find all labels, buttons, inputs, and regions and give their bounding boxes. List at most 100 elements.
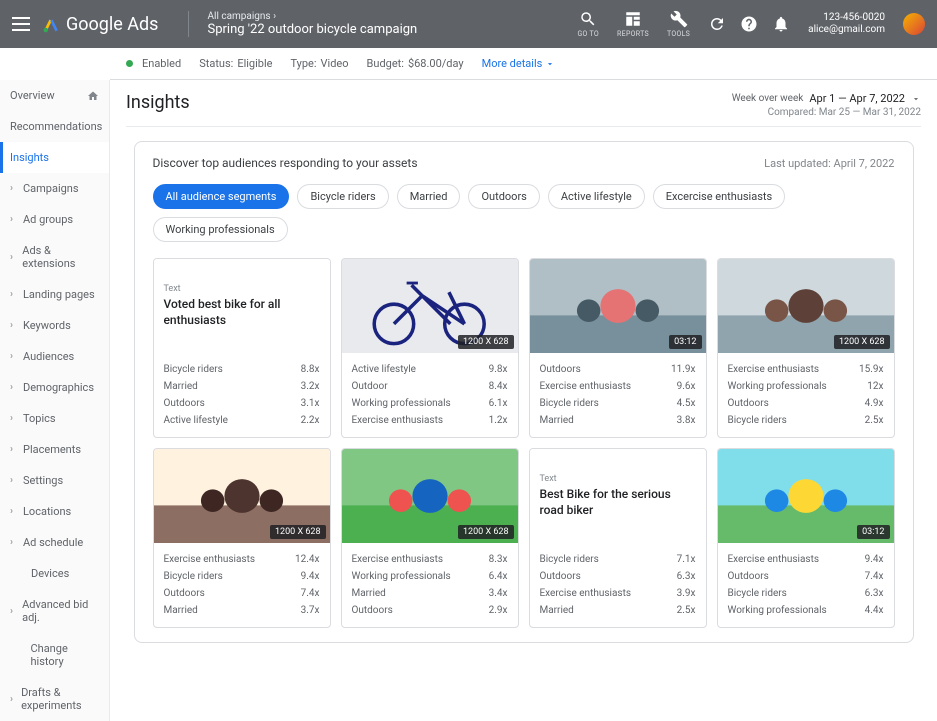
metric-row: Married3.2x — [164, 378, 320, 395]
asset-metrics: Exercise enthusiasts15.9xWorking profess… — [718, 353, 894, 437]
chevron-down-icon — [545, 59, 555, 69]
sidebar-item-demographics[interactable]: ›Demographics — [0, 372, 109, 403]
chip-active-lifestyle[interactable]: Active lifestyle — [548, 184, 645, 209]
metric-name: Bicycle riders — [540, 554, 599, 565]
sidebar-item-ad-groups[interactable]: ›Ad groups — [0, 204, 109, 235]
metric-row: Bicycle riders2.5x — [728, 412, 884, 429]
sidebar-item-recommendations[interactable]: Recommendations — [0, 111, 109, 142]
chip-excercise-enthusiasts[interactable]: Excercise enthusiasts — [653, 184, 785, 209]
asset-card[interactable]: TextVoted best bike for all enthusiastsB… — [153, 258, 331, 438]
sidebar-item-audiences[interactable]: ›Audiences — [0, 341, 109, 372]
metric-name: Married — [540, 415, 574, 426]
chevron-down-icon[interactable] — [911, 94, 921, 104]
expand-icon: › — [10, 606, 17, 617]
asset-card[interactable]: 1200 X 628Exercise enthusiasts15.9xWorki… — [717, 258, 895, 438]
product-logo[interactable]: Google Ads — [42, 14, 158, 35]
more-details-link[interactable]: More details — [482, 57, 556, 70]
notifications-icon[interactable] — [772, 15, 790, 33]
reports-icon — [624, 10, 642, 28]
metric-value: 3.9x — [677, 588, 696, 599]
metric-row: Outdoors4.9x — [728, 395, 884, 412]
asset-badge: 1200 X 628 — [270, 525, 326, 539]
metric-value: 4.5x — [677, 398, 696, 409]
asset-thumbnail: 1200 X 628 — [342, 259, 518, 353]
metric-row: Outdoors3.1x — [164, 395, 320, 412]
asset-card[interactable]: 03:12Outdoors11.9xExercise enthusiasts9.… — [529, 258, 707, 438]
metric-row: Bicycle riders 9.4x — [164, 568, 320, 585]
metric-row: Exercise enthusiasts9.4x — [728, 551, 884, 568]
asset-badge: 1200 X 628 — [458, 525, 514, 539]
chip-outdoors[interactable]: Outdoors — [468, 184, 539, 209]
reports-tool[interactable]: REPORTS — [617, 10, 649, 38]
asset-card[interactable]: TextBest Bike for the serious road biker… — [529, 448, 707, 628]
sidebar-item-settings[interactable]: ›Settings — [0, 465, 109, 496]
metric-row: Active lifestyle9.8x — [352, 361, 508, 378]
sidebar-item-drafts-experiments[interactable]: ›Drafts & experiments — [0, 677, 109, 721]
sidebar-item-landing-pages[interactable]: ›Landing pages — [0, 279, 109, 310]
breadcrumb-campaign[interactable]: Spring '22 outdoor bicycle campaign — [207, 22, 417, 37]
audience-insights-card: Discover top audiences responding to you… — [134, 141, 914, 643]
sidebar-item-ad-schedule[interactable]: ›Ad schedule — [0, 527, 109, 558]
metric-value: 7.4x — [301, 588, 320, 599]
metric-row: Exercise enthusiasts 3.9x — [540, 585, 696, 602]
goto-tool[interactable]: GO TO — [577, 10, 599, 38]
asset-metrics: Active lifestyle9.8xOutdoor8.4xWorking p… — [342, 353, 518, 437]
tools-tool[interactable]: TOOLS — [667, 10, 690, 38]
metric-name: Bicycle riders — [540, 398, 599, 409]
refresh-icon[interactable] — [708, 15, 726, 33]
metric-value: 9.4x — [301, 571, 320, 582]
sidebar-item-topics[interactable]: ›Topics — [0, 403, 109, 434]
sidebar-item-keywords[interactable]: ›Keywords — [0, 310, 109, 341]
date-range-picker[interactable]: Apr 1 — Apr 7, 2022 — [809, 92, 905, 105]
metric-name: Exercise enthusiasts — [164, 554, 256, 565]
sidebar-item-devices[interactable]: Devices — [0, 558, 109, 589]
expand-icon: › — [10, 252, 17, 263]
expand-icon: › — [10, 289, 18, 300]
asset-thumbnail: 1200 X 628 — [342, 449, 518, 543]
sidebar-item-overview[interactable]: Overview — [0, 80, 109, 111]
asset-card[interactable]: 1200 X 628Exercise enthusiasts8.3xWorkin… — [341, 448, 519, 628]
sidebar-item-ads-extensions[interactable]: ›Ads & extensions — [0, 235, 109, 279]
breadcrumb-root[interactable]: All campaigns › — [207, 11, 417, 22]
sidebar-item-placements[interactable]: ›Placements — [0, 434, 109, 465]
metric-name: Bicycle riders — [728, 588, 787, 599]
chip-working-professionals[interactable]: Working professionals — [153, 217, 288, 242]
asset-card[interactable]: 03:12Exercise enthusiasts9.4xOutdoors7.4… — [717, 448, 895, 628]
asset-thumbnail: TextVoted best bike for all enthusiasts — [154, 259, 330, 353]
metric-row: Outdoors7.4x — [728, 568, 884, 585]
chip-bicycle-riders[interactable]: Bicycle riders — [297, 184, 388, 209]
avatar[interactable] — [903, 13, 925, 35]
hamburger-icon[interactable] — [12, 17, 30, 31]
metric-value: 8.3x — [489, 554, 508, 565]
metric-name: Exercise enthusiasts — [540, 588, 632, 599]
sidebar-item-locations[interactable]: ›Locations — [0, 496, 109, 527]
sidebar-item-campaigns[interactable]: ›Campaigns — [0, 173, 109, 204]
expand-icon: › — [10, 537, 18, 548]
metric-name: Outdoors — [164, 588, 205, 599]
asset-card[interactable]: 1200 X 628Exercise enthusiasts12.4xBicyc… — [153, 448, 331, 628]
metric-value: 2.9x — [489, 605, 508, 616]
metric-value: 6.1x — [489, 398, 508, 409]
metric-name: Married — [164, 605, 198, 616]
date-label: Week over week — [732, 93, 804, 104]
metric-name: Exercise enthusiasts — [728, 554, 820, 565]
sidebar-item-advanced-bid-adj-[interactable]: ›Advanced bid adj. — [0, 589, 109, 633]
metric-value: 3.8x — [677, 415, 696, 426]
sidebar-item-change-history[interactable]: Change history — [0, 633, 109, 677]
status-eligible: Status: Eligible — [199, 57, 272, 70]
asset-text-title: Voted best bike for all enthusiasts — [164, 297, 320, 328]
metric-value: 7.4x — [865, 571, 884, 582]
chip-married[interactable]: Married — [397, 184, 461, 209]
asset-badge: 1200 X 628 — [458, 335, 514, 349]
metric-row: Married3.4x — [352, 585, 508, 602]
help-icon[interactable] — [740, 15, 758, 33]
account-info[interactable]: 123-456-0020 alice@gmail.com — [808, 12, 885, 36]
metric-row: Bicycle riders7.1x — [540, 551, 696, 568]
sidebar-item-insights[interactable]: Insights — [0, 142, 109, 173]
chip-all-audience-segments[interactable]: All audience segments — [153, 184, 290, 209]
metric-row: Married 3.8x — [540, 412, 696, 429]
metric-name: Bicycle riders — [164, 571, 223, 582]
metric-row: Outdoors 7.4x — [164, 585, 320, 602]
metric-value: 1.2x — [489, 415, 508, 426]
asset-card[interactable]: 1200 X 628 Active lifestyle9.8xOutdoor8.4… — [341, 258, 519, 438]
